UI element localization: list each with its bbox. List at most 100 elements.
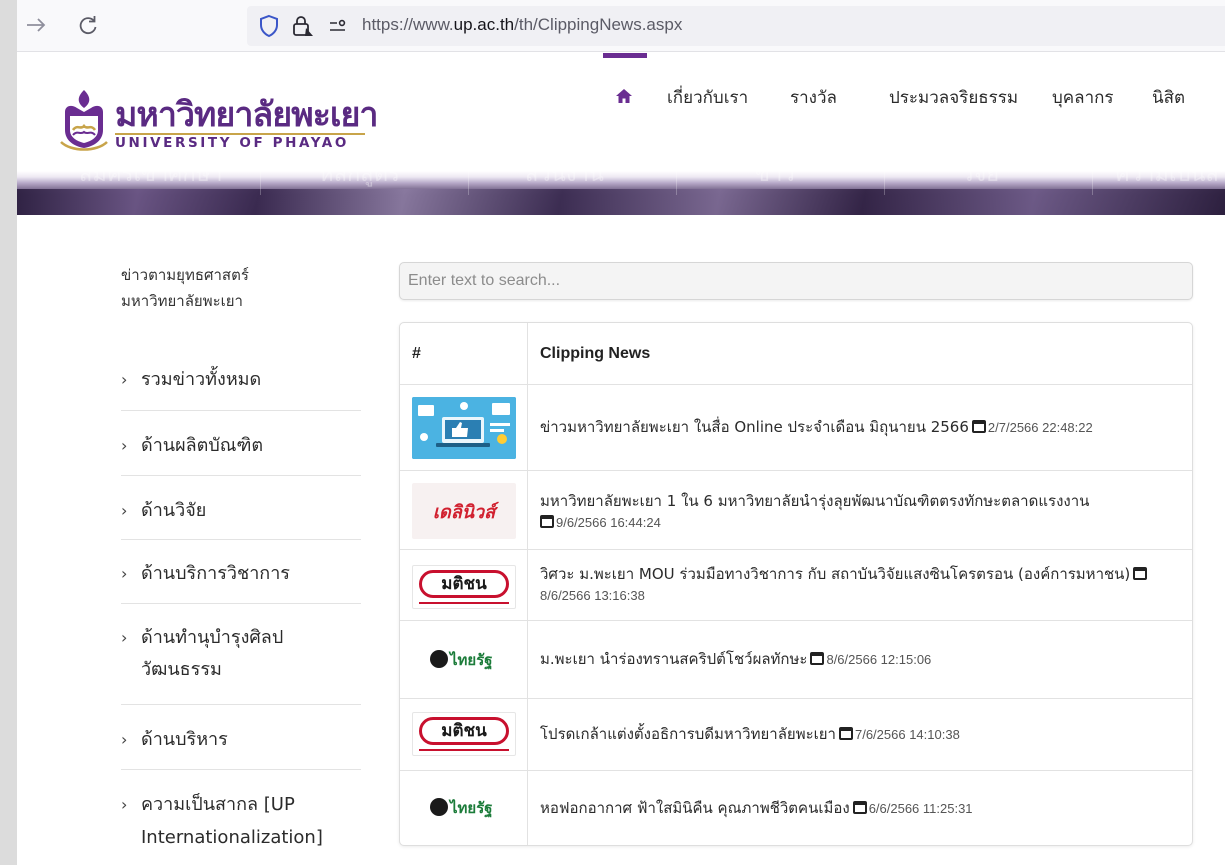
nav-awards[interactable]: รางวัล [790,85,837,111]
column-header-index: # [412,345,421,362]
logo-underline [419,749,509,751]
column-header-title: Clipping News [540,345,651,362]
university-logo[interactable]: มหาวิทยาลัยพะเยา UNIVERSITY OF PHAYAO [57,86,378,152]
menu-units[interactable]: ส่วนงาน [525,156,604,191]
sidebar-item-label: ด้านผลิตบัณฑิต [141,435,264,456]
menu-research[interactable]: วิจัย [961,156,999,191]
chevron-right-icon: › [121,370,128,389]
shield-icon[interactable] [258,14,280,38]
sidebar-item-label: รวมข่าวทั้งหมด [141,369,262,390]
menu-news[interactable]: ข่าว [755,156,795,191]
sidebar-item-label: ด้านบริการวิชาการ [141,563,290,584]
news-entry[interactable]: หอฟอกอากาศ ฟ้าใสมินิคืน คุณภาพชีวิตคนเมื… [540,798,1180,819]
news-thumbnail[interactable]: ไทยรัฐ [412,643,516,677]
calendar-icon [838,727,853,740]
sidebar-item-all-news[interactable]: › รวมข่าวทั้งหมด [121,352,361,411]
menu-programs[interactable]: หลักสูตร [319,156,400,191]
sidebar-item-label: ด้านบริหาร [141,729,228,750]
university-emblem [60,90,108,151]
news-entry[interactable]: โปรดเกล้าแต่งตั้งอธิการบดีมหาวิทยาลัยพะเ… [540,724,1180,745]
chevron-right-icon: › [121,564,128,583]
forward-icon[interactable] [21,10,51,40]
reload-icon[interactable] [73,10,103,40]
menu-divider [884,153,885,195]
sidebar-item-graduates[interactable]: › ด้านผลิตบัณฑิต [121,411,361,476]
news-title[interactable]: ข่าวมหาวิทยาลัยพะเยา ในสื่อ Online ประจำ… [540,418,969,436]
chevron-right-icon: › [121,628,128,647]
menu-divider [1092,153,1093,195]
chevron-right-icon: › [121,436,128,455]
news-thumbnail[interactable]: มติชน [412,565,516,609]
menu-admission[interactable]: สมัครเข้าศึกษา [79,156,223,191]
url-text[interactable]: https://www.up.ac.th/th/ClippingNews.asp… [362,15,682,35]
calendar-icon [810,652,825,665]
thairath-logo: ไทยรัฐ [450,799,493,817]
logo-thai-name: มหาวิทยาลัยพะเยา [115,95,378,135]
news-thumbnail[interactable]: มติชน [412,712,516,756]
menu-divider [468,153,469,195]
main-menu: สมัครเข้าศึกษา หลักสูตร ส่วนงาน ข่าว วิจ… [17,153,1225,195]
matichon-logo: มติชน [419,717,509,745]
table-header: # Clipping News [400,323,1192,385]
news-entry[interactable]: วิศวะ ม.พะเยา MOU ร่วมมือทางวิชาการ กับ … [540,564,1180,606]
table-row[interactable]: มติชน โปรดเกล้าแต่งตั้งอธิการบดีมหาวิทยา… [400,699,1192,771]
chevron-right-icon: › [121,795,128,814]
news-entry[interactable]: ข่าวมหาวิทยาลัยพะเยา ในสื่อ Online ประจำ… [540,417,1180,438]
nav-students[interactable]: นิสิต [1152,85,1185,111]
nav-about[interactable]: เกี่ยวกับเรา [667,85,748,111]
chevron-right-icon: › [121,730,128,749]
url-domain: up.ac.th [453,15,515,34]
logo-underline [419,602,509,604]
sidebar-title-line: ข่าวตามยุทธศาสตร์ [121,266,249,284]
sidebar-item-academic-service[interactable]: › ด้านบริการวิชาการ [121,540,361,604]
sidebar-item-research[interactable]: › ด้านวิจัย [121,476,361,540]
url-bar[interactable]: https://www.up.ac.th/th/ClippingNews.asp… [247,6,1225,46]
menu-international[interactable]: ความเป็นสากล [1115,156,1225,191]
news-date: 2/7/2566 22:48:22 [987,420,1093,435]
calendar-icon [1133,567,1148,580]
sidebar-item-arts-culture[interactable]: › ด้านทำนุบำรุงศิลป วัฒนธรรม [121,604,361,705]
news-title[interactable]: โปรดเกล้าแต่งตั้งอธิการบดีมหาวิทยาลัยพะเ… [540,725,836,743]
matichon-logo: มติชน [419,570,509,598]
news-entry[interactable]: ม.พะเยา นำร่องทรานสคริปต์โชว์ผลทักษะ 8/6/… [540,649,1180,670]
nav-ethics[interactable]: ประมวลจริยธรรม [889,85,1018,111]
news-thumbnail[interactable]: ไทยรัฐ [412,791,516,825]
browser-window: https://www.up.ac.th/th/ClippingNews.asp… [17,0,1225,865]
news-entry[interactable]: มหาวิทยาลัยพะเยา 1 ใน 6 มหาวิทยาลัยนำรุ่… [540,491,1190,533]
sidebar-menu: › รวมข่าวทั้งหมด › ด้านผลิตบัณฑิต › ด้านวิจ… [121,352,361,865]
sidebar-item-administration[interactable]: › ด้านบริหาร [121,705,361,770]
news-date: 9/6/2566 16:44:24 [556,515,661,530]
nav-staff[interactable]: บุคลากร [1052,85,1114,111]
table-row[interactable]: เดลินิวส์ มหาวิทยาลัยพะเยา 1 ใน 6 มหาวิท… [400,471,1192,550]
table-row[interactable]: มติชน วิศวะ ม.พะเยา MOU ร่วมมือทางวิชากา… [400,550,1192,621]
sidebar: ข่าวตามยุทธศาสตร์ มหาวิทยาลัยพะเยา › รวมข… [121,262,361,848]
news-date: 8/6/2566 13:16:38 [540,588,645,603]
news-title[interactable]: วิศวะ ม.พะเยา MOU ร่วมมือทางวิชาการ กับ … [540,565,1130,583]
news-title[interactable]: หอฟอกอากาศ ฟ้าใสมินิคืน คุณภาพชีวิตคนเมื… [540,799,850,817]
table-row[interactable]: ไทยรัฐ หอฟอกอากาศ ฟ้าใสมินิคืน คุณภาพชีว… [400,771,1192,845]
permissions-icon[interactable] [327,14,351,38]
sidebar-item-label: ด้านทำนุบำรุงศิลป วัฒนธรรม [141,627,284,680]
home-icon[interactable] [615,85,633,111]
menu-divider [260,153,261,195]
sidebar-item-label: ความเป็นสากล [UP Internationalization] [141,794,323,848]
active-nav-marker [603,53,647,58]
news-date: 8/6/2566 12:15:06 [826,652,932,667]
news-date: 7/6/2566 14:10:38 [854,727,960,742]
news-title[interactable]: ม.พะเยา นำร่องทรานสคริปต์โชว์ผลทักษะ [540,650,807,668]
sidebar-title-line: มหาวิทยาลัยพะเยา [121,292,243,310]
news-title[interactable]: มหาวิทยาลัยพะเยา 1 ใน 6 มหาวิทยาลัยนำรุ่… [540,492,1089,510]
news-thumbnail[interactable] [412,397,516,459]
news-thumbnail[interactable]: เดลินิวส์ [412,483,516,539]
search-input[interactable] [399,262,1193,300]
thairath-logo: ไทยรัฐ [450,651,493,669]
browser-toolbar: https://www.up.ac.th/th/ClippingNews.asp… [17,0,1225,52]
logo-english-name: UNIVERSITY OF PHAYAO [115,135,349,151]
sidebar-title: ข่าวตามยุทธศาสตร์ มหาวิทยาลัยพะเยา [121,262,361,314]
news-date: 6/6/2566 11:25:31 [868,801,973,816]
table-row[interactable]: ข่าวมหาวิทยาลัยพะเยา ในสื่อ Online ประจำ… [400,385,1192,471]
table-row[interactable]: ไทยรัฐ ม.พะเยา นำร่องทรานสคริปต์โชว์ผลทั… [400,621,1192,699]
thairath-emblem [430,650,448,668]
lock-icon[interactable] [291,14,315,38]
sidebar-item-internationalization[interactable]: › ความเป็นสากล [UP Internationalization] [121,770,361,865]
